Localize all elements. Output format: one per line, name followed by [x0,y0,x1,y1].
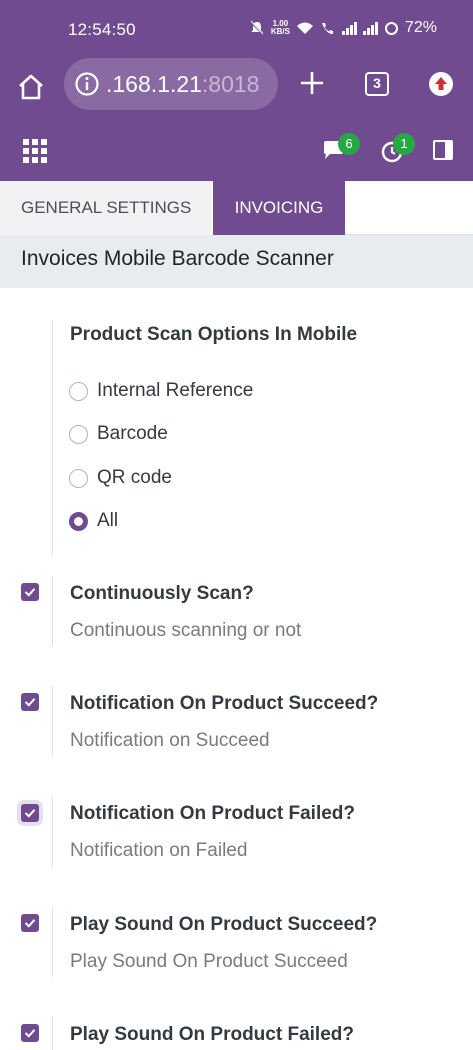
section-header: Invoices Mobile Barcode Scanner [0,235,473,288]
setting-divider [52,321,53,555]
tab-invoicing[interactable]: INVOICING [213,181,345,235]
section-title: Invoices Mobile Barcode Scanner [21,247,334,270]
notify-succeed-checkbox[interactable] [21,693,39,711]
setting-divider [52,576,53,646]
checkmark-icon [24,588,36,597]
app-navbar: 6 1 [0,120,473,181]
status-icons: 1.00 KB/S 72% [249,19,437,37]
side-panel-icon[interactable] [433,140,453,160]
setting-divider [52,797,53,867]
setting-divider [52,1017,53,1050]
url-text[interactable]: .168.1.21:8018 [106,71,259,98]
activities-badge: 1 [393,133,415,155]
url-host: .168.1.21 [106,71,202,97]
checkmark-icon [24,698,36,707]
apps-menu-icon[interactable] [23,139,47,163]
status-time: 12:54:50 [68,20,136,39]
mute-bell-icon [250,20,264,35]
sound-succeed-description: Play Sound On Product Succeed [70,951,348,972]
setting-divider [52,907,53,977]
browser-toolbar: .168.1.21:8018 3 [0,58,473,120]
tab-switcher-button[interactable]: 3 [365,72,389,96]
home-icon[interactable] [16,72,46,102]
sound-succeed-title: Play Sound On Product Succeed? [70,914,378,935]
net-speed-unit: KB/S [270,27,290,36]
wifi-icon [296,22,313,34]
signal-icon-1 [341,21,357,35]
radio-option-qr-code[interactable]: QR code [69,467,172,489]
upload-arrow-icon[interactable] [429,72,453,96]
continuous-scan-title: Continuously Scan? [70,583,254,604]
checkmark-icon [24,919,36,928]
checkmark-icon [24,809,36,818]
notify-failed-checkbox[interactable] [21,804,39,822]
radio-button-selected[interactable] [69,511,88,531]
notify-succeed-description: Notification on Succeed [70,730,270,751]
radio-option-all[interactable]: All [69,510,118,532]
settings-tabs: GENERAL SETTINGS INVOICING [0,181,473,235]
radio-option-internal-reference[interactable]: Internal Reference [69,380,253,402]
scan-options-title: Product Scan Options In Mobile [70,324,358,345]
radio-button[interactable] [69,381,88,401]
continuous-scan-description: Continuous scanning or not [70,620,302,641]
radio-button[interactable] [69,468,88,488]
tab-general-settings[interactable]: GENERAL SETTINGS [0,181,212,235]
status-bar: 12:54:50 1.00 KB/S 72% [0,0,473,58]
net-speed: 1.00 KB/S [271,20,290,36]
sound-succeed-checkbox[interactable] [21,914,39,932]
notify-succeed-title: Notification On Product Succeed? [70,693,379,714]
call-icon [321,23,333,34]
new-tab-plus-icon[interactable] [298,69,326,97]
radio-label: All [97,510,119,531]
setting-divider [52,686,53,756]
radio-button[interactable] [69,424,88,444]
radio-option-barcode[interactable]: Barcode [69,423,168,445]
sound-failed-checkbox[interactable] [21,1024,39,1042]
messages-badge: 6 [338,133,360,155]
battery-percent: 72% [404,19,437,36]
radio-label: Barcode [97,423,168,444]
signal-icon-2 [362,21,378,35]
info-icon[interactable] [74,71,100,97]
notify-failed-title: Notification On Product Failed? [70,803,355,824]
battery-ring-icon [384,21,398,35]
checkmark-icon [24,1029,36,1038]
radio-label: QR code [97,467,172,488]
url-port: :8018 [201,71,260,97]
notify-failed-description: Notification on Failed [70,840,248,861]
sound-failed-title: Play Sound On Product Failed? [70,1024,354,1045]
continuous-scan-checkbox[interactable] [21,583,39,601]
url-bar[interactable]: .168.1.21:8018 [64,58,278,110]
radio-label: Internal Reference [97,380,254,401]
